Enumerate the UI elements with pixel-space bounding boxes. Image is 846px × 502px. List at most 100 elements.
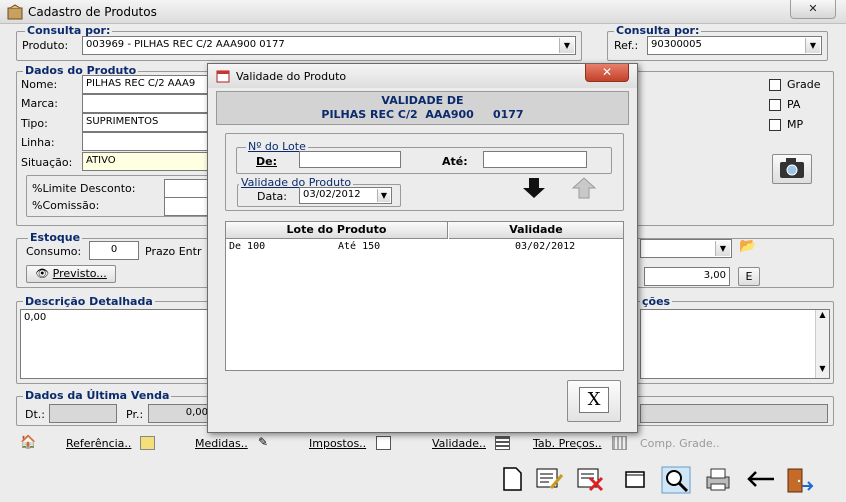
lote-legend-text: Nº do Lote — [248, 140, 306, 153]
dt-label: Dt.: — [25, 408, 45, 421]
consumo-label: Consumo: — [26, 245, 82, 258]
pr-field: 0,00 — [148, 404, 212, 423]
previsto-label: Previsto... — [52, 267, 107, 280]
ref-label: Ref.: — [614, 39, 639, 52]
dialog-title: Validade do Produto — [236, 70, 347, 83]
descricao-legend: Descrição Detalhada — [23, 295, 155, 308]
de-label-text: De: — [256, 155, 277, 168]
chevron-down-icon[interactable]: ▼ — [377, 189, 390, 202]
impostos-button[interactable]: Impostos.. — [309, 437, 366, 450]
table-row-lote-de[interactable]: De 100 — [229, 241, 265, 252]
validade-dialog: Validade do Produto ✕ VALIDADE DE PILHAS… — [207, 63, 638, 433]
window-icon[interactable] — [620, 466, 650, 494]
descricao-textarea[interactable]: 0,00 — [20, 309, 210, 379]
pr-label: Pr.: — [126, 408, 144, 421]
window-close-button[interactable]: ✕ — [790, 0, 836, 19]
e-button[interactable]: E — [738, 267, 760, 286]
chevron-down-icon[interactable]: ▼ — [715, 241, 730, 256]
produto-value: 003969 - PILHAS REC C/2 AAA900 0177 — [86, 39, 285, 50]
lote-list[interactable]: Lote do Produto Validade De 100 Até 150 … — [225, 221, 624, 371]
table-row-validade[interactable]: 03/02/2012 — [515, 241, 575, 252]
enter-arrow-icon[interactable] — [744, 466, 774, 494]
validade-icon — [376, 436, 391, 450]
comp-grade-button[interactable]: Comp. Grade.. — [640, 437, 720, 450]
calendar-icon — [216, 69, 230, 83]
data-value: 03/02/2012 — [303, 189, 361, 200]
situacao-field[interactable]: ATIVO — [82, 152, 212, 171]
search-icon[interactable] — [661, 466, 691, 494]
price-field[interactable]: 3,00 — [644, 267, 730, 286]
edit-icon[interactable] — [535, 466, 565, 494]
ate-label: Até: — [442, 155, 468, 168]
dialog-close-button[interactable]: ✕ — [585, 64, 629, 82]
mp-checkbox[interactable] — [769, 119, 781, 131]
linha-label: Linha: — [21, 136, 55, 149]
ref-value: 90300005 — [651, 39, 702, 50]
validade-button[interactable]: Validade.. — [432, 437, 486, 450]
delete-icon[interactable] — [576, 466, 606, 494]
medidas-icon — [140, 436, 155, 450]
tab-precos-button[interactable]: Tab. Preços.. — [533, 437, 602, 450]
produto-label: Produto: — [22, 39, 69, 52]
limite-desconto-field[interactable] — [164, 179, 212, 198]
ultima-venda-extra-field — [640, 404, 828, 423]
dialog-header: VALIDADE DE PILHAS REC C/2 AAA900 0177 — [216, 91, 629, 125]
window-title: Cadastro de Produtos — [28, 5, 157, 19]
observacoes-scrollbar[interactable]: ▲ ▼ — [815, 310, 829, 378]
chevron-down-icon[interactable]: ▼ — [559, 38, 574, 53]
marca-label: Marca: — [21, 97, 59, 110]
col-validade-header[interactable]: Validade — [449, 222, 623, 239]
grade-label: Grade — [787, 78, 821, 91]
comissao-field[interactable] — [164, 197, 212, 216]
impostos-icon: ✎ — [258, 435, 269, 449]
de-field[interactable] — [299, 151, 401, 168]
limite-desconto-label: %Limite Desconto: — [32, 182, 136, 195]
dialog-header-line1: VALIDADE DE — [381, 94, 464, 107]
prazo-label: Prazo Entr — [145, 245, 202, 258]
up-arrow-icon[interactable] — [569, 176, 599, 200]
camera-icon — [780, 158, 804, 178]
pa-label: PA — [787, 98, 801, 111]
down-arrow-icon[interactable] — [519, 176, 549, 200]
exit-door-icon[interactable] — [784, 466, 814, 494]
medidas-button[interactable]: Medidas.. — [195, 437, 248, 450]
photo-button[interactable] — [772, 154, 812, 184]
comp-grade-icon — [612, 436, 627, 450]
ultima-venda-legend: Dados da Última Venda — [23, 389, 172, 402]
comissao-label: %Comissão: — [32, 199, 100, 212]
grade-checkbox[interactable] — [769, 79, 781, 91]
dialog-header-line2: PILHAS REC C/2 AAA900 0177 — [321, 108, 524, 121]
table-row-lote-ate[interactable]: Até 150 — [338, 241, 380, 252]
pa-checkbox[interactable] — [769, 99, 781, 111]
app-icon — [7, 4, 23, 20]
produto-combo[interactable]: 003969 - PILHAS REC C/2 AAA900 0177 ▼ — [82, 36, 576, 55]
estoque-legend: Estoque — [28, 231, 83, 244]
estoque-combo[interactable]: ▼ — [640, 239, 732, 258]
col-lote-header[interactable]: Lote do Produto — [226, 222, 448, 239]
exit-dialog-button[interactable]: X — [567, 380, 621, 422]
tab-precos-icon — [495, 436, 510, 450]
referencia-icon: 🏠 — [20, 435, 37, 450]
print-icon[interactable] — [703, 466, 733, 494]
new-document-icon[interactable] — [497, 466, 527, 494]
dt-field — [49, 404, 117, 423]
ate-field[interactable] — [483, 151, 587, 168]
open-folder-icon[interactable]: 📂 — [739, 238, 759, 256]
previsto-button[interactable]: 👁 Previsto... — [26, 265, 116, 283]
data-picker[interactable]: 03/02/2012 ▼ — [299, 187, 392, 204]
de-label: De: — [256, 155, 277, 168]
tipo-label: Tipo: — [21, 117, 48, 130]
nome-label: Nome: — [21, 78, 58, 91]
linha-field[interactable] — [82, 132, 212, 151]
observacoes-textarea[interactable] — [640, 309, 830, 379]
tipo-field[interactable]: SUPRIMENTOS — [82, 113, 212, 132]
consumo-field[interactable]: 0 — [89, 241, 139, 260]
chevron-down-icon[interactable]: ▼ — [805, 38, 820, 53]
ref-combo[interactable]: 90300005 ▼ — [647, 36, 822, 55]
data-label: Data: — [257, 190, 287, 203]
referencia-button[interactable]: Referência.. — [66, 437, 131, 450]
nome-field[interactable]: PILHAS REC C/2 AAA9 — [82, 75, 212, 94]
mp-label: MP — [787, 118, 804, 131]
marca-field[interactable] — [82, 94, 212, 113]
exit-x-icon: X — [579, 387, 609, 413]
